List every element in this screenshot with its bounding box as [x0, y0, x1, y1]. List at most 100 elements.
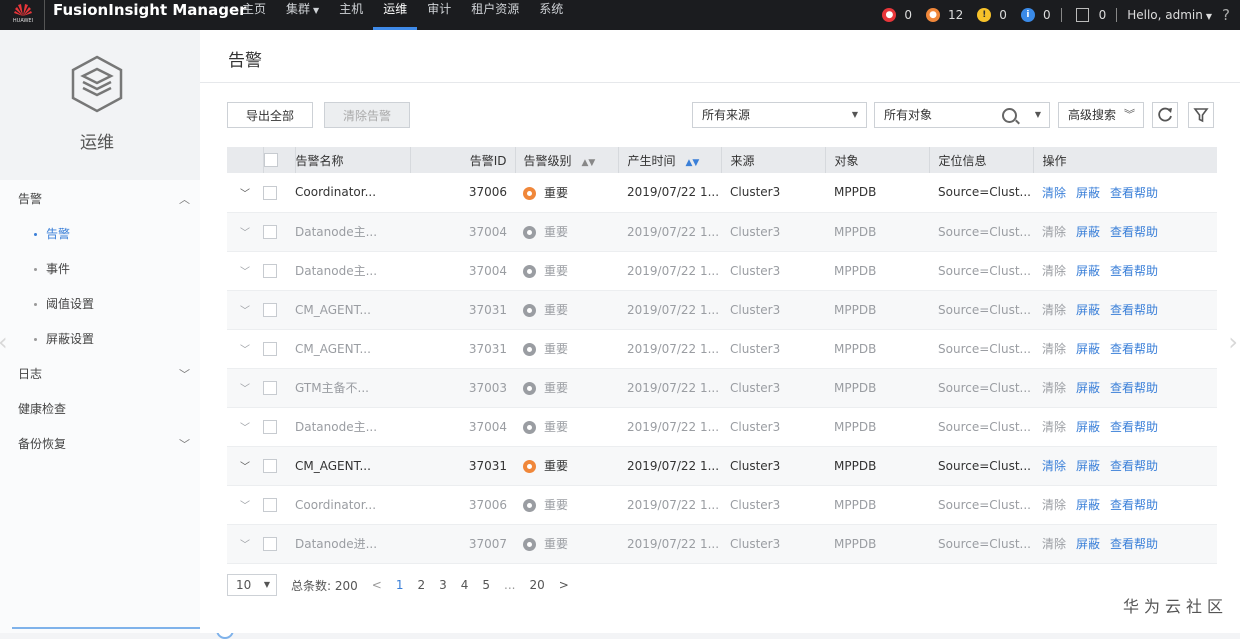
view-help-link[interactable]: 查看帮助 — [1110, 459, 1158, 473]
view-help-link[interactable]: 查看帮助 — [1110, 186, 1158, 200]
expand-row-icon[interactable]: ﹀ — [227, 524, 263, 563]
nav-cluster[interactable]: 集群 ▼ — [276, 0, 329, 30]
row-select[interactable] — [263, 524, 295, 563]
nav-hosts[interactable]: 主机 — [329, 0, 373, 30]
header-select-all[interactable] — [263, 147, 296, 173]
mask-link[interactable]: 屏蔽 — [1076, 420, 1100, 434]
row-select[interactable] — [263, 251, 295, 290]
expand-row-icon[interactable]: ﹀ — [227, 290, 263, 329]
row-checkbox[interactable] — [263, 380, 277, 395]
table-row[interactable]: ﹀ Datanode主... 37004 重要 2019/07/22 1... Clust… — [227, 251, 1217, 290]
clear-link[interactable]: 清除 — [1042, 303, 1066, 317]
mask-link[interactable]: 屏蔽 — [1076, 459, 1100, 473]
row-checkbox[interactable] — [263, 536, 277, 551]
chevron-left-icon[interactable]: ‹ — [0, 328, 8, 356]
view-help-link[interactable]: 查看帮助 — [1110, 381, 1158, 395]
nav-ops[interactable]: 运维 — [373, 0, 418, 30]
row-select[interactable] — [263, 446, 295, 485]
expand-row-icon[interactable]: ﹀ — [227, 368, 263, 407]
refresh-button[interactable] — [1152, 102, 1178, 128]
major-alarm-count[interactable]: ● 12 — [926, 8, 963, 22]
view-help-link[interactable]: 查看帮助 — [1110, 420, 1158, 434]
row-select[interactable] — [263, 407, 295, 446]
page-5[interactable]: 5 — [482, 578, 490, 592]
table-row[interactable]: ﹀ Datanode主... 37004 重要 2019/07/22 1... Clust… — [227, 407, 1217, 446]
row-select[interactable] — [263, 212, 295, 251]
search-icon[interactable] — [1002, 108, 1017, 123]
object-search-input[interactable]: 所有对象 ▼ — [874, 102, 1050, 128]
view-help-link[interactable]: 查看帮助 — [1110, 342, 1158, 356]
mask-link[interactable]: 屏蔽 — [1076, 186, 1100, 200]
clear-link[interactable]: 清除 — [1042, 498, 1066, 512]
sidebar-item-health[interactable]: 健康检查 — [0, 392, 200, 427]
row-checkbox[interactable] — [263, 224, 277, 239]
critical-alarm-count[interactable]: ● 0 — [882, 8, 912, 22]
table-row[interactable]: ﹀ Datanode主... 37004 重要 2019/07/22 1... Clust… — [227, 212, 1217, 251]
sidebar-item-alarm-group[interactable]: 告警 ︿ — [0, 182, 200, 217]
row-checkbox[interactable] — [263, 263, 277, 278]
select-all-checkbox[interactable] — [263, 153, 278, 168]
sidebar-item-event[interactable]: 事件 — [0, 252, 200, 287]
table-row[interactable]: ﹀ Coordinator... 37006 重要 2019/07/22 1... Clu… — [227, 485, 1217, 524]
minor-alarm-count[interactable]: ! 0 — [977, 8, 1007, 22]
mask-link[interactable]: 屏蔽 — [1076, 342, 1100, 356]
view-help-link[interactable]: 查看帮助 — [1110, 303, 1158, 317]
row-select[interactable] — [263, 368, 295, 407]
row-select[interactable] — [263, 290, 295, 329]
table-row[interactable]: ﹀ GTM主备不... 37003 重要 2019/07/22 1... Cluster3… — [227, 368, 1217, 407]
mask-link[interactable]: 屏蔽 — [1076, 264, 1100, 278]
sort-icon[interactable]: ▲▼ — [582, 158, 596, 168]
table-row[interactable]: ﹀ CM_AGENT... 37031 重要 2019/07/22 1... Cluste… — [227, 446, 1217, 485]
task-count[interactable]: 0 — [1075, 8, 1106, 22]
page-3[interactable]: 3 — [439, 578, 447, 592]
page-last[interactable]: 20 — [529, 578, 544, 592]
page-2[interactable]: 2 — [417, 578, 425, 592]
nav-tenant[interactable]: 租户资源 — [461, 0, 529, 30]
sidebar-item-log[interactable]: 日志 ﹀ — [0, 357, 200, 392]
expand-row-icon[interactable]: ﹀ — [227, 173, 263, 212]
header-time[interactable]: 产生时间 ▲▼ — [618, 147, 722, 173]
clear-alarm-button[interactable]: 清除告警 — [324, 102, 410, 128]
clear-link[interactable]: 清除 — [1042, 459, 1066, 473]
sidebar-scrollbar[interactable] — [12, 627, 224, 629]
row-checkbox[interactable] — [263, 341, 277, 356]
mask-link[interactable]: 屏蔽 — [1076, 381, 1100, 395]
clear-link[interactable]: 清除 — [1042, 420, 1066, 434]
chevron-right-icon[interactable]: › — [1228, 328, 1238, 356]
user-menu[interactable]: Hello, admin ▼ — [1127, 8, 1212, 22]
expand-row-icon[interactable]: ﹀ — [227, 407, 263, 446]
expand-row-icon[interactable]: ﹀ — [227, 329, 263, 368]
page-size-select[interactable]: 10 ▼ — [227, 574, 277, 596]
nav-home[interactable]: 主页 — [232, 0, 276, 30]
mask-link[interactable]: 屏蔽 — [1076, 537, 1100, 551]
nav-audit[interactable]: 审计 — [417, 0, 461, 30]
page-1[interactable]: 1 — [396, 578, 404, 592]
view-help-link[interactable]: 查看帮助 — [1110, 264, 1158, 278]
mask-link[interactable]: 屏蔽 — [1076, 303, 1100, 317]
sidebar-item-alarm[interactable]: 告警 — [0, 217, 200, 252]
row-select[interactable] — [263, 329, 295, 368]
expand-row-icon[interactable]: ﹀ — [227, 251, 263, 290]
advanced-search-button[interactable]: 高级搜索 ︾ — [1058, 102, 1144, 128]
row-select[interactable] — [263, 173, 295, 212]
warning-alarm-count[interactable]: i0 — [1020, 8, 1051, 22]
view-help-link[interactable]: 查看帮助 — [1110, 498, 1158, 512]
expand-row-icon[interactable]: ﹀ — [227, 485, 263, 524]
row-checkbox[interactable] — [263, 185, 277, 200]
clear-link[interactable]: 清除 — [1042, 537, 1066, 551]
row-checkbox[interactable] — [263, 302, 277, 317]
sidebar-item-backup[interactable]: 备份恢复 ﹀ — [0, 427, 200, 462]
table-row[interactable]: ﹀ CM_AGENT... 37031 重要 2019/07/22 1... Cluste… — [227, 329, 1217, 368]
expand-row-icon[interactable]: ﹀ — [227, 446, 263, 485]
view-help-link[interactable]: 查看帮助 — [1110, 537, 1158, 551]
expand-row-icon[interactable]: ﹀ — [227, 212, 263, 251]
mask-link[interactable]: 屏蔽 — [1076, 498, 1100, 512]
view-help-link[interactable]: 查看帮助 — [1110, 225, 1158, 239]
row-checkbox[interactable] — [263, 419, 277, 434]
header-level[interactable]: 告警级别 ▲▼ — [515, 147, 619, 173]
next-page-icon[interactable]: > — [559, 578, 569, 592]
filter-button[interactable] — [1188, 102, 1214, 128]
row-checkbox[interactable] — [263, 497, 277, 512]
row-checkbox[interactable] — [263, 458, 277, 473]
help-icon[interactable]: ? — [1222, 6, 1230, 24]
